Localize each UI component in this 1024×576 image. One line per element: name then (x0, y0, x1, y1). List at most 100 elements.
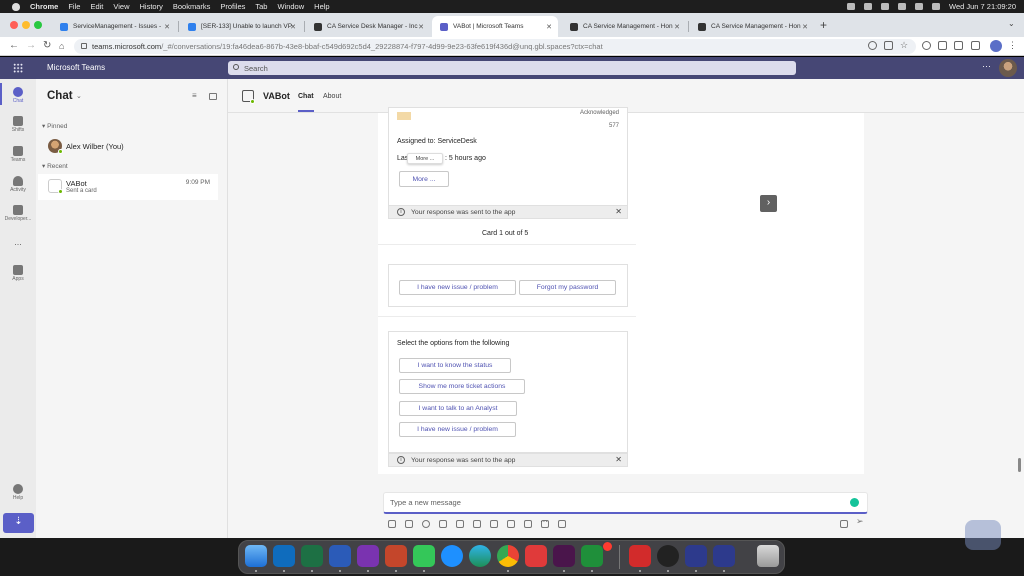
lock-icon[interactable] (81, 43, 87, 49)
whatsapp-icon[interactable] (581, 545, 603, 567)
react-app-icon[interactable] (657, 545, 679, 567)
new-issue-button[interactable]: I have new issue / problem (399, 422, 516, 437)
finder-icon[interactable] (245, 545, 267, 567)
search-input[interactable]: Search (228, 61, 796, 75)
more-button[interactable]: More ... (399, 171, 449, 187)
app-launcher-icon[interactable] (13, 63, 23, 73)
chrome-icon[interactable] (497, 545, 519, 567)
menu-history[interactable]: History (140, 2, 163, 11)
search-icon[interactable] (915, 3, 923, 10)
zoom-window-icon[interactable] (34, 21, 42, 29)
control-center-icon[interactable] (932, 3, 940, 10)
new-chat-icon[interactable] (209, 93, 217, 100)
browser-tab-active[interactable]: VABot | Microsoft Teams ✕ (432, 16, 558, 37)
menu-window[interactable]: Window (277, 2, 304, 11)
browser-tab[interactable]: [SER-133] Unable to launch VP ✕ (180, 16, 302, 37)
browser-tab[interactable]: CA Service Management - Hon ✕ (690, 16, 814, 37)
pinned-section-header[interactable]: ▾ Pinned (42, 122, 67, 130)
trash-icon[interactable] (757, 545, 779, 567)
close-tab-icon[interactable]: ✕ (164, 23, 170, 31)
reading-list-icon[interactable] (954, 41, 963, 50)
menu-edit[interactable]: Edit (90, 2, 103, 11)
next-card-button[interactable]: › (760, 195, 777, 212)
rail-item-shifts[interactable]: Shifts (0, 116, 36, 133)
word-icon[interactable] (329, 545, 351, 567)
recent-section-header[interactable]: ▾ Recent (42, 162, 68, 170)
puzzle-extensions-icon[interactable] (938, 41, 947, 50)
status-icon[interactable] (881, 3, 889, 10)
home-icon[interactable]: ⌂ (59, 40, 64, 52)
minimize-window-icon[interactable] (22, 21, 30, 29)
close-icon[interactable]: ✕ (615, 455, 622, 464)
rail-item-apps[interactable]: Apps (0, 265, 36, 282)
outlook-icon[interactable] (273, 545, 295, 567)
grammarly-icon[interactable] (850, 498, 859, 507)
send-icon[interactable]: ➢ (856, 516, 864, 527)
powerpoint-icon[interactable] (385, 545, 407, 567)
close-window-icon[interactable] (10, 21, 18, 29)
loop-icon[interactable] (524, 520, 532, 528)
menu-app-name[interactable]: Chrome (30, 2, 58, 11)
tab-search-icon[interactable]: ⌄ (1008, 19, 1015, 28)
menu-view[interactable]: View (113, 2, 129, 11)
close-tab-icon[interactable]: ✕ (546, 23, 552, 31)
key-icon[interactable] (868, 41, 877, 50)
chrome-menu-icon[interactable]: ⋮ (1008, 40, 1017, 51)
filter-icon[interactable]: ≡ (192, 91, 200, 100)
scrollbar[interactable] (1018, 458, 1021, 472)
more-options-icon[interactable]: ··· (982, 61, 991, 71)
close-tab-icon[interactable]: ✕ (674, 23, 680, 31)
chat-item-vabot[interactable]: VABot Sent a card 9:09 PM (38, 174, 218, 200)
webex-overlay-icon[interactable] (965, 520, 1001, 550)
menu-file[interactable]: File (68, 2, 80, 11)
message-compose-input[interactable]: Type a new message (383, 492, 868, 514)
sticker-icon[interactable] (456, 520, 464, 528)
menu-tab[interactable]: Tab (255, 2, 267, 11)
side-panel-icon[interactable] (971, 41, 980, 50)
tab-chat[interactable]: Chat (298, 93, 314, 100)
apple-icon[interactable] (12, 2, 20, 11)
rail-item-more[interactable]: ... (0, 237, 36, 247)
avatar[interactable] (999, 59, 1017, 77)
bookmark-star-icon[interactable]: ☆ (900, 40, 909, 50)
chevron-down-icon[interactable]: ⌄ (76, 92, 82, 100)
know-status-button[interactable]: I want to know the status (399, 358, 511, 373)
download-button[interactable]: ⇣ (3, 513, 34, 533)
gif-icon[interactable] (439, 520, 447, 528)
forgot-password-button[interactable]: Forgot my password (519, 280, 616, 295)
app-icon[interactable] (558, 520, 566, 528)
back-icon[interactable]: ← (9, 40, 19, 52)
new-tab-button[interactable]: + (820, 18, 827, 32)
safari-icon[interactable] (441, 545, 463, 567)
menu-profiles[interactable]: Profiles (220, 2, 245, 11)
more-ticket-actions-button[interactable]: Show me more ticket actions (399, 379, 525, 394)
rail-item-help[interactable]: Help (0, 484, 36, 501)
menu-help[interactable]: Help (314, 2, 329, 11)
wifi-icon[interactable] (898, 3, 906, 10)
close-tab-icon[interactable]: ✕ (418, 23, 424, 31)
close-icon[interactable]: ✕ (615, 207, 622, 216)
rail-item-developer[interactable]: Developer... (0, 205, 36, 222)
webex-icon[interactable] (713, 545, 735, 567)
excel-icon[interactable] (301, 545, 323, 567)
talk-to-analyst-button[interactable]: I want to talk to an Analyst (399, 401, 517, 416)
status-icon[interactable] (864, 3, 872, 10)
message-feed[interactable]: Acknowledged 577 Assigned to: ServiceDes… (378, 107, 864, 474)
forward-icon[interactable]: → (26, 40, 36, 52)
rail-item-teams[interactable]: Teams (0, 146, 36, 163)
webex-icon[interactable] (685, 545, 707, 567)
slack-icon[interactable] (553, 545, 575, 567)
address-bar[interactable]: teams.microsoft.com/_#/conversations/19:… (74, 39, 916, 54)
browser-tab[interactable]: CA Service Management - Hon ✕ (562, 16, 686, 37)
format-icon[interactable] (388, 520, 396, 528)
extension-icon[interactable] (922, 41, 931, 50)
close-tab-icon[interactable]: ✕ (290, 23, 296, 31)
praise-icon[interactable] (507, 520, 515, 528)
schedule-send-icon[interactable] (840, 520, 848, 528)
menu-bookmarks[interactable]: Bookmarks (173, 2, 211, 11)
chat-item-alex[interactable]: Alex Wilber (You) (38, 134, 218, 160)
emoji-icon[interactable] (422, 520, 430, 528)
browser-tab[interactable]: ServiceManagement - Issues - ✕ (52, 16, 176, 37)
onenote-icon[interactable] (357, 545, 379, 567)
app-icon[interactable] (525, 545, 547, 567)
